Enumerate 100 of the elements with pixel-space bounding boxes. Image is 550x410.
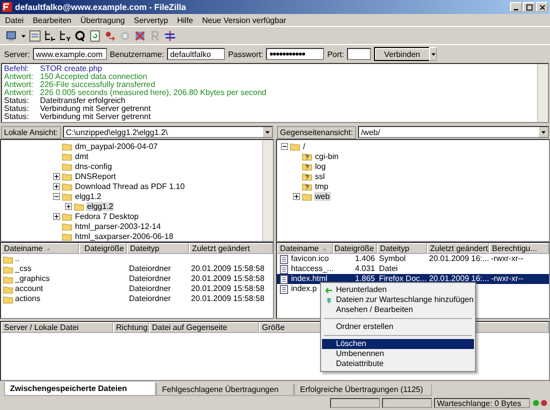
expand-icon[interactable] <box>65 202 72 210</box>
menu-item[interactable]: Ansehen / Bearbeiten <box>322 305 474 315</box>
minimize-button[interactable] <box>510 2 522 12</box>
column-header[interactable]: Dateiname <box>277 243 333 254</box>
menu-item[interactable]: Datei <box>5 16 24 24</box>
column-header[interactable]: Dateiname <box>1 243 79 254</box>
column-header[interactable]: Zuletzt geändert <box>189 243 273 254</box>
log-message: Dateitransfer erfolgreich <box>40 97 126 105</box>
tree-item[interactable]: / <box>302 142 306 150</box>
tab[interactable]: Zwischengespeicherte Dateien <box>4 382 156 396</box>
tree-item[interactable]: cgi-bin <box>314 152 340 160</box>
expand-icon[interactable] <box>53 172 60 180</box>
process-queue-icon[interactable] <box>104 30 116 42</box>
log-label: Status: <box>4 105 30 113</box>
log-message: 226-File successfully transferred <box>40 81 156 89</box>
tree-item[interactable]: html_parser-2003-12-14 <box>74 222 162 230</box>
column-header[interactable]: Berechtigu... <box>489 243 549 254</box>
tree-item[interactable]: tmp <box>314 182 330 190</box>
modified-date: 20.01.2009 15:58:58 <box>190 284 266 294</box>
file-name[interactable]: _css <box>15 264 32 274</box>
file-name[interactable]: _graphics <box>15 274 50 284</box>
menu-item[interactable]: Servertyp <box>134 16 168 24</box>
file-name[interactable]: index.html <box>291 274 328 284</box>
column-header[interactable]: Zuletzt geändert <box>427 243 489 254</box>
tab[interactable]: Fehlgeschlagene Übertragungen <box>156 384 294 396</box>
status-panel <box>330 398 380 408</box>
expand-icon[interactable] <box>53 182 60 190</box>
remote-tree-icon[interactable] <box>59 30 71 42</box>
question-folder-icon <box>302 182 312 190</box>
tree-item[interactable]: html_saxparser-2006-06-18 <box>74 232 174 240</box>
disconnect-icon[interactable] <box>134 30 146 42</box>
expand-icon[interactable] <box>293 192 300 200</box>
menu-item[interactable]: Bearbeiten <box>32 16 72 24</box>
modified-date: 20.01.2009 15:58:58 <box>190 264 266 274</box>
port-field[interactable] <box>347 48 372 60</box>
tree-item[interactable]: Download Thread as PDF 1.10 <box>74 182 186 190</box>
log-message: STOR create.php <box>40 65 102 73</box>
connect-button[interactable]: Verbinden <box>374 47 430 61</box>
collapse-icon[interactable] <box>53 192 60 200</box>
file-name[interactable]: account <box>15 284 44 294</box>
path-field[interactable]: /web/ <box>358 126 549 138</box>
local-tree-icon[interactable] <box>44 30 56 42</box>
tree-item[interactable]: ssl <box>314 172 326 180</box>
menu-item[interactable]: Löschen <box>322 339 474 349</box>
tree-item[interactable]: elgg1.2 <box>74 192 102 200</box>
username-label: Benutzername: <box>110 50 164 58</box>
file-name[interactable]: index.p <box>291 284 317 294</box>
server-field[interactable]: www.example.com <box>32 48 107 60</box>
tree-item[interactable]: dm_paypal-2006-04-07 <box>74 142 159 150</box>
column-header[interactable]: Datei auf Gegenseite <box>149 322 259 333</box>
connect-dropdown-button[interactable] <box>429 47 438 61</box>
menu-item[interactable]: Neue Version verfügbar <box>202 16 286 24</box>
password-label: Passwort: <box>228 50 264 58</box>
expand-icon[interactable] <box>53 212 60 220</box>
menu-item[interactable]: Dateiattribute <box>322 359 474 369</box>
username-field[interactable]: defaultfalko <box>167 48 226 60</box>
maximize-button[interactable] <box>523 2 535 12</box>
refresh-icon[interactable] <box>89 30 101 42</box>
status-lights-icon <box>532 399 548 407</box>
menu-item[interactable]: Ordner erstellen <box>322 322 474 332</box>
close-icon <box>538 4 546 10</box>
message-log-icon[interactable] <box>29 30 41 42</box>
file-name[interactable]: .. <box>15 254 20 264</box>
menu-item[interactable]: Hilfe <box>177 16 194 24</box>
tree-item[interactable]: dns-config <box>74 162 113 170</box>
tree-item[interactable]: elgg1.2 <box>86 202 114 210</box>
queue-icon[interactable] <box>74 30 86 42</box>
column-header[interactable]: Dateigröße <box>79 243 127 254</box>
column-header[interactable]: Dateityp <box>127 243 189 254</box>
path-label: Lokale Ansicht: <box>1 126 61 138</box>
compare-icon[interactable] <box>164 30 176 42</box>
menu-item[interactable]: Herunterladen <box>322 285 474 295</box>
file-name[interactable]: favicon.ico <box>291 254 329 264</box>
tree-item[interactable]: dmt <box>74 152 90 160</box>
menu-item[interactable]: Übertragung <box>80 16 125 24</box>
scrollbar[interactable] <box>262 140 273 241</box>
file-name[interactable]: htaccess_... <box>291 264 333 274</box>
menu-item[interactable]: Dateien zur Warteschlange hinzufügen <box>322 295 474 305</box>
tab[interactable]: Erfolgreiche Übertragungen (1125) <box>294 384 432 396</box>
column-header[interactable]: Richtung <box>113 322 149 333</box>
file-name[interactable]: actions <box>15 294 40 304</box>
tree-item[interactable]: web <box>314 192 331 200</box>
tree-item[interactable]: log <box>314 162 327 170</box>
log-message: 226 0.005 seconds (measured here), 206.80 Kbytes per second <box>40 89 266 97</box>
column-header[interactable]: Dateityp <box>377 243 427 254</box>
modified-date: 20.01.2009 16:... <box>428 254 489 264</box>
menu-item[interactable]: Umbenennen <box>322 349 474 359</box>
column-header[interactable]: Dateigröße <box>333 243 377 254</box>
tree-item[interactable]: Fedora 7 Desktop <box>74 212 140 220</box>
column-header[interactable]: Server / Lokale Datei <box>1 322 113 333</box>
close-button[interactable] <box>536 2 548 12</box>
file-icon <box>279 254 289 264</box>
path-field[interactable]: C:\unzipped\elgg1.2\elgg1.2\ <box>62 126 273 138</box>
tree-item[interactable]: DNSReport <box>74 172 117 180</box>
file-icon <box>279 264 289 274</box>
add-queue-icon <box>325 296 333 304</box>
permissions: -rwxr-xr-- <box>490 254 524 264</box>
site-manager-icon[interactable] <box>6 30 18 42</box>
scrollbar[interactable] <box>537 64 548 122</box>
collapse-icon[interactable] <box>281 142 288 150</box>
